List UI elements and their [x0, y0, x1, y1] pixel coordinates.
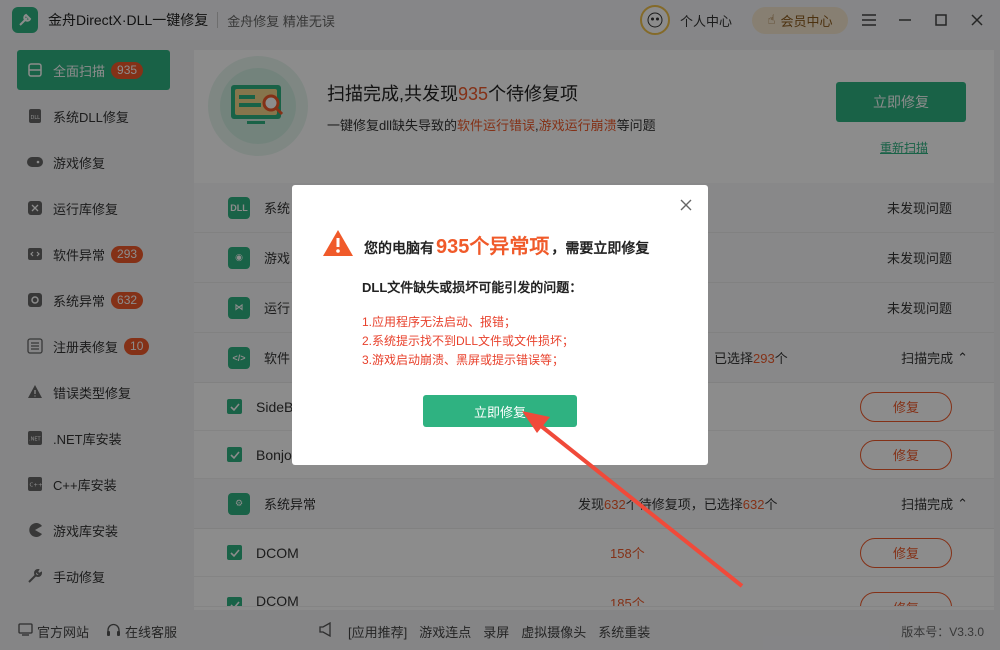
dialog-header: 您的电脑有 935个异常项 ，需要立即修复: [322, 229, 649, 260]
warning-icon: [322, 229, 354, 260]
dialog-fix-now-button[interactable]: 立即修复: [423, 395, 577, 427]
issue-item: 3.游戏启动崩溃、黑屏或提示错误等；: [362, 353, 565, 367]
issue-item: 1.应用程序无法启动、报错；: [362, 315, 517, 329]
repair-dialog: 您的电脑有 935个异常项 ，需要立即修复 DLL文件缺失或损坏可能引发的问题： 1…: [292, 185, 708, 465]
dialog-title: 您的电脑有 935个异常项 ，需要立即修复: [364, 236, 650, 258]
issue-item: 2.系统提示找不到DLL文件或文件损坏；: [362, 334, 575, 348]
close-icon[interactable]: [676, 195, 696, 215]
dialog-subtitle: DLL文件缺失或损坏可能引发的问题：: [362, 280, 583, 295]
issue-list: 1.应用程序无法启动、报错； 2.系统提示找不到DLL文件或文件损坏； 3.游戏…: [362, 313, 574, 370]
dialog-issue-count: 935个异常项: [436, 236, 550, 258]
